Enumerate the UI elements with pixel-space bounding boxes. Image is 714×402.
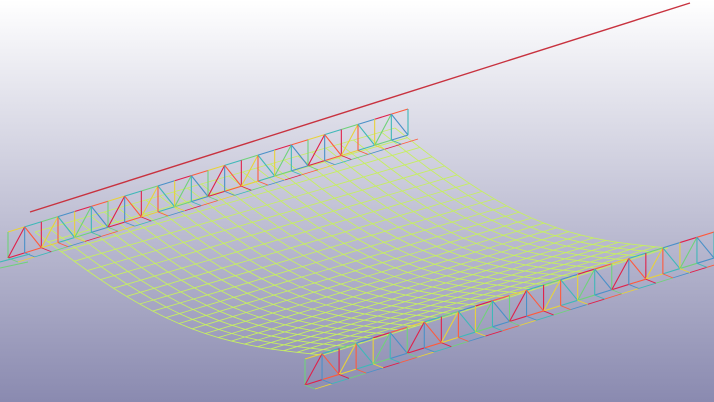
3d-viewport[interactable] bbox=[0, 0, 714, 402]
structural-model-view[interactable] bbox=[0, 0, 714, 402]
